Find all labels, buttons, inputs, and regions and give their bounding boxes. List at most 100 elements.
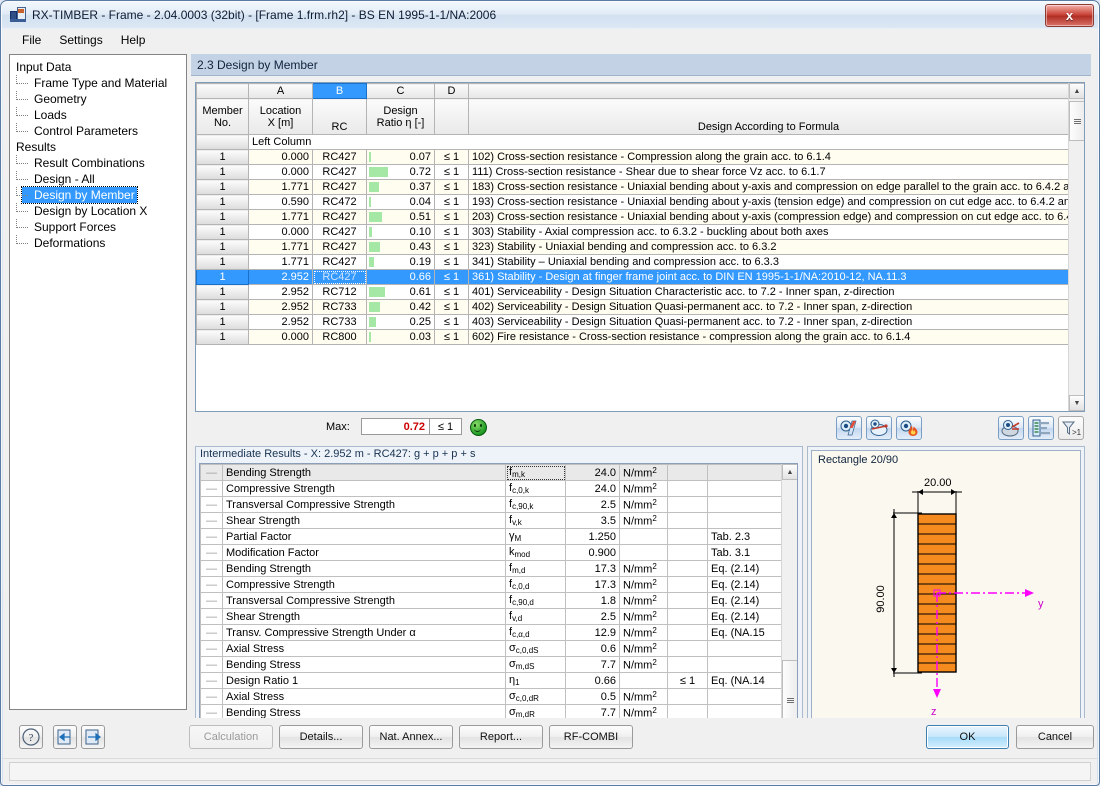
navigation-tree[interactable]: Input Data Frame Type and Material Geome… [9,54,187,710]
sidebar-item-design-by-member[interactable]: Design by Member [12,186,184,204]
cell-value[interactable]: 2.5 [565,608,620,625]
cell-symbol[interactable]: σc,0,dR [505,688,566,705]
intermediate-row[interactable]: — Bending Strength fm,k 24.0 N/mm2 [200,464,782,481]
cell-design-ratio[interactable]: 0.43 [366,239,435,255]
cell-location[interactable]: 0.000 [248,329,313,345]
cell-location[interactable]: 1.771 [248,209,313,225]
cell-location[interactable]: 1.771 [248,179,313,195]
table-row[interactable]: 1 2.952 RC712 0.61 ≤ 1 401) Serviceability - … [196,284,1069,300]
intermediate-row[interactable]: — Axial Stress σc,0,dS 0.6 N/mm2 [200,640,782,657]
cell-design-ratio[interactable]: 0.61 [366,284,435,300]
cell-symbol[interactable]: fm,d [505,560,566,577]
table-row[interactable]: 1 0.000 RC427 0.72 ≤ 1 111) Cross-section res… [196,164,1069,180]
cell-rc[interactable]: RC427 [312,269,367,285]
table-row[interactable]: 1 2.952 RC733 0.25 ≤ 1 403) Serviceability - … [196,314,1069,330]
table-row[interactable]: 1 0.000 RC800 0.03 ≤ 1 602) Fire resistance -… [196,329,1069,345]
cell-formula-description[interactable]: 602) Fire resistance - Cross-section res… [468,329,1069,345]
cell-location[interactable]: 2.952 [248,284,313,300]
cell-limit[interactable]: ≤ 1 [434,314,469,330]
column-letter-e[interactable] [468,83,1069,99]
cell-limit[interactable]: ≤ 1 [434,254,469,270]
column-letter-c[interactable]: C [366,83,435,99]
cell-value[interactable]: 24.0 [565,464,620,481]
report-list-button[interactable] [1028,416,1054,440]
scroll-down-arrow[interactable]: ▼ [1069,395,1084,411]
menu-item-settings[interactable]: Settings [50,31,111,49]
intermediate-row[interactable]: — Transv. Compressive Strength Under α fc,… [200,624,782,641]
cell-symbol[interactable]: γM [505,528,566,545]
cell-rc[interactable]: RC427 [312,254,367,270]
cell-location[interactable]: 0.590 [248,194,313,210]
cell-design-ratio[interactable]: 0.51 [366,209,435,225]
cell-symbol[interactable]: fc,0,d [505,576,566,593]
cell-symbol[interactable]: fm,k [505,464,566,481]
table-row[interactable]: 1 1.771 RC427 0.37 ≤ 1 183) Cross-section res… [196,179,1069,195]
filter-button[interactable]: >1 [1058,416,1084,440]
tree-group-input-data[interactable]: Input Data [12,59,184,75]
cell-rc[interactable]: RC472 [312,194,367,210]
nat-annex-button[interactable]: Nat. Annex... [369,725,453,749]
cell-location[interactable]: 2.952 [248,314,313,330]
cell-location[interactable]: 1.771 [248,239,313,255]
intermediate-row[interactable]: — Compressive Strength fc,0,d 17.3 N/mm2 Eq. … [200,576,782,593]
cell-location[interactable]: 1.771 [248,254,313,270]
intermediate-row[interactable]: — Bending Stress σm,dS 7.7 N/mm2 [200,656,782,673]
intermediate-row[interactable]: — Transversal Compressive Strength fc,90,k… [200,496,782,513]
cell-rc[interactable]: RC427 [312,209,367,225]
close-button[interactable]: x [1045,4,1094,27]
cell-limit[interactable]: ≤ 1 [434,224,469,240]
cell-design-ratio[interactable]: 0.66 [366,269,435,285]
view-member-result-button[interactable] [866,416,892,440]
intermediate-row[interactable]: — Axial Stress σc,0,dR 0.5 N/mm2 [200,688,782,705]
cell-symbol[interactable]: fc,0,k [505,480,566,497]
cell-formula-description[interactable]: 111) Cross-section resistance - Shear du… [468,164,1069,180]
sidebar-item-geometry[interactable]: Geometry [12,91,184,107]
calculation-button[interactable]: Calculation [189,725,273,749]
cell-limit[interactable]: ≤ 1 [434,239,469,255]
cell-symbol[interactable]: σm,dS [505,656,566,673]
cell-formula-description[interactable]: 403) Serviceability - Design Situation Q… [468,314,1069,330]
cancel-button[interactable]: Cancel [1016,725,1094,749]
help-button[interactable]: ? [19,725,43,749]
tree-group-results[interactable]: Results [12,139,184,155]
cell-location[interactable]: 2.952 [248,299,313,315]
table-row[interactable]: 1 0.000 RC427 0.10 ≤ 1 303) Stability - Axial… [196,224,1069,240]
intermediate-row[interactable]: — Shear Strength fv,d 2.5 N/mm2 Eq. (2.14) [200,608,782,625]
table-row[interactable]: 1 2.952 RC427 0.66 ≤ 1 361) Stability - Desig… [196,269,1069,285]
cell-symbol[interactable]: fc,α,d [505,624,566,641]
cell-formula-description[interactable]: 183) Cross-section resistance - Uniaxial… [468,179,1069,195]
cell-limit[interactable]: ≤ 1 [434,164,469,180]
cell-design-ratio[interactable]: 0.25 [366,314,435,330]
cell-limit[interactable]: ≤ 1 [434,194,469,210]
cell-value[interactable]: 24.0 [565,480,620,497]
design-results-grid[interactable]: A B C D Member No. Location X [m] RC Des… [195,82,1085,412]
cell-formula-description[interactable]: 341) Stability – Uniaxial bending and co… [468,254,1069,270]
cross-section-canvas[interactable]: Rectangle 20/90 y z 20.00 90.00 [811,450,1081,744]
cell-limit[interactable]: ≤ 1 [434,299,469,315]
cell-rc[interactable]: RC427 [312,179,367,195]
cell-formula-description[interactable]: 303) Stability - Axial compression acc. … [468,224,1069,240]
cell-limit[interactable]: ≤ 1 [434,179,469,195]
cell-value[interactable]: 2.5 [565,496,620,513]
intermediate-row[interactable]: — Transversal Compressive Strength fc,90,d… [200,592,782,609]
cell-value[interactable]: 0.66 [565,672,620,689]
intermediate-row[interactable]: — Shear Strength fv,k 3.5 N/mm2 [200,512,782,529]
intermediate-row[interactable]: — Compressive Strength fc,0,k 24.0 N/mm2 [200,480,782,497]
sidebar-item-design-by-location-x[interactable]: Design by Location X [12,203,184,219]
cell-symbol[interactable]: fv,d [505,608,566,625]
sidebar-item-result-combinations[interactable]: Result Combinations [12,155,184,171]
ok-button[interactable]: OK [926,725,1009,749]
table-row[interactable]: 1 0.590 RC472 0.04 ≤ 1 193) Cross-section res… [196,194,1069,210]
intermediate-row[interactable]: — Modification Factor kmod 0.900 Tab. 3.1 [200,544,782,561]
cell-value[interactable]: 7.7 [565,656,620,673]
cell-value[interactable]: 0.6 [565,640,620,657]
cell-formula-description[interactable]: 402) Serviceability - Design Situation Q… [468,299,1069,315]
cell-value[interactable]: 0.900 [565,544,620,561]
table-row[interactable]: 1 1.771 RC427 0.43 ≤ 1 323) Stability - Uniax… [196,239,1069,255]
menu-item-file[interactable]: File [13,31,50,49]
cell-symbol[interactable]: fc,90,k [505,496,566,513]
cell-value[interactable]: 12.9 [565,624,620,641]
cell-rc[interactable]: RC427 [312,164,367,180]
cell-limit[interactable]: ≤ 1 [434,149,469,165]
menu-item-help[interactable]: Help [112,31,155,49]
